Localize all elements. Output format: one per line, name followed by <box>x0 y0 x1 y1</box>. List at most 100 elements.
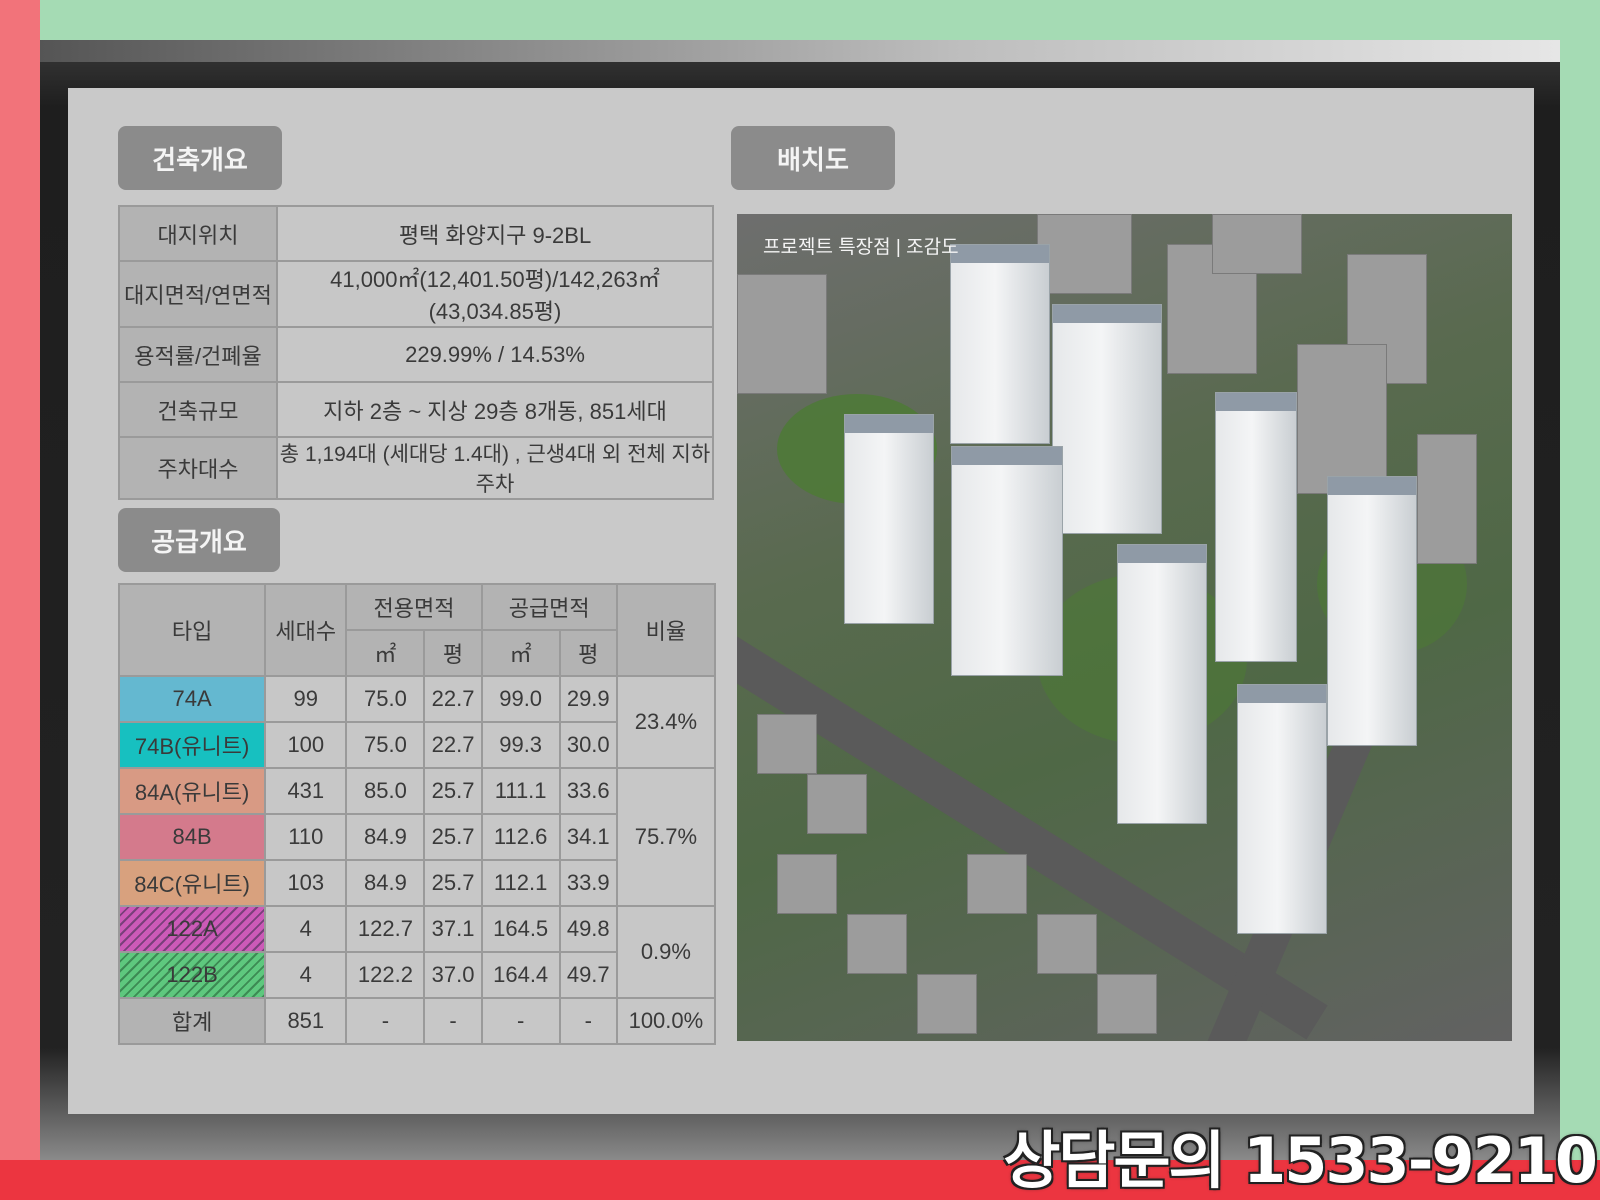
households-cell: 4 <box>264 951 348 999</box>
sup-sqm-cell: 111.1 <box>480 767 561 815</box>
header-sqm: ㎡ <box>480 629 561 677</box>
households-cell: 103 <box>264 859 348 907</box>
overview-value: 총 1,194대 (세대당 1.4대) , 근생4대 외 전체 지하주차 <box>276 436 714 500</box>
sup-sqm-cell: 99.3 <box>480 721 561 769</box>
frame-left <box>0 0 40 1200</box>
ratio-cell: 23.4% <box>615 675 717 769</box>
building-block <box>917 974 977 1034</box>
building-block <box>757 714 817 774</box>
type-cell: 122A <box>117 905 267 953</box>
header-type: 타입 <box>117 583 267 677</box>
ex-sqm-cell: 122.2 <box>345 951 426 999</box>
building-block <box>1037 914 1097 974</box>
ex-sqm-cell: 122.7 <box>345 905 426 953</box>
total-sup-py: - <box>558 997 618 1045</box>
apartment-tower <box>1215 392 1297 662</box>
ex-py-cell: 22.7 <box>423 721 483 769</box>
households-cell: 99 <box>264 675 348 723</box>
ex-py-cell: 22.7 <box>423 675 483 723</box>
table-row: 주차대수 총 1,194대 (세대당 1.4대) , 근생4대 외 전체 지하주… <box>118 436 714 500</box>
overview-value: 지하 2층 ~ 지상 29층 8개동, 851세대 <box>276 381 714 438</box>
ratio-cell: 75.7% <box>615 767 717 907</box>
sup-py-cell: 34.1 <box>558 813 618 861</box>
table-row: 용적률/건폐율 229.99% / 14.53% <box>118 326 714 383</box>
table-row: 122A 4 122.7 37.1 164.5 49.8 0.9% <box>117 905 717 999</box>
supply-tag: 공급개요 <box>118 508 280 572</box>
ex-sqm-cell: 75.0 <box>345 675 426 723</box>
overview-table: 대지위치 평택 화양지구 9-2BL 대지면적/연면적 41,000㎡(12,4… <box>118 205 714 500</box>
apartment-tower <box>951 446 1063 676</box>
siteplan-tag: 배치도 <box>731 126 895 190</box>
building-block <box>1097 974 1157 1034</box>
apartment-tower <box>1237 684 1327 934</box>
total-label: 합계 <box>117 997 267 1045</box>
header-households: 세대수 <box>264 583 348 677</box>
ex-sqm-cell: 84.9 <box>345 813 426 861</box>
building-block <box>1212 214 1302 274</box>
table-row: 84A(유니트) 431 85.0 25.7 111.1 33.6 75.7% <box>117 767 717 907</box>
table-row: 건축규모 지하 2층 ~ 지상 29층 8개동, 851세대 <box>118 381 714 438</box>
ex-py-cell: 37.0 <box>423 951 483 999</box>
type-cell: 74A <box>117 675 267 723</box>
ex-sqm-cell: 84.9 <box>345 859 426 907</box>
overview-tag: 건축개요 <box>118 126 282 190</box>
header-pyeong: 평 <box>423 629 483 677</box>
total-households: 851 <box>264 997 348 1045</box>
background-ceiling <box>40 40 1560 62</box>
building-block <box>1417 434 1477 564</box>
header-sqm: ㎡ <box>345 629 426 677</box>
building-block <box>1297 344 1387 494</box>
sup-py-cell: 30.0 <box>558 721 618 769</box>
ratio-cell: 0.9% <box>615 905 717 999</box>
sup-sqm-cell: 164.5 <box>480 905 561 953</box>
overview-value: 평택 화양지구 9-2BL <box>276 205 714 262</box>
apartment-tower <box>950 244 1050 444</box>
siteplan-image: 프로젝트 특장점 | 조감도 <box>737 214 1512 1041</box>
ex-sqm-cell: 85.0 <box>345 767 426 815</box>
building-block <box>777 854 837 914</box>
sup-sqm-cell: 112.1 <box>480 859 561 907</box>
total-ratio: 100.0% <box>615 997 717 1045</box>
overview-value: 229.99% / 14.53% <box>276 326 714 383</box>
households-cell: 431 <box>264 767 348 815</box>
header-supply-area: 공급면적 <box>480 583 618 631</box>
households-cell: 4 <box>264 905 348 953</box>
ex-py-cell: 25.7 <box>423 767 483 815</box>
apartment-tower <box>1327 476 1417 746</box>
overview-label: 대지위치 <box>118 205 278 262</box>
type-cell: 84B <box>117 813 267 861</box>
total-sup-sqm: - <box>480 997 561 1045</box>
ex-py-cell: 25.7 <box>423 859 483 907</box>
table-row: 대지위치 평택 화양지구 9-2BL <box>118 205 714 262</box>
overview-value: 41,000㎡(12,401.50평)/142,263㎡(43,034.85평) <box>276 260 714 328</box>
sup-py-cell: 49.7 <box>558 951 618 999</box>
apartment-tower <box>844 414 934 624</box>
sup-sqm-cell: 99.0 <box>480 675 561 723</box>
overview-label: 대지면적/연면적 <box>118 260 278 328</box>
building-block <box>737 274 827 394</box>
frame-top <box>0 0 1600 40</box>
table-row: 대지면적/연면적 41,000㎡(12,401.50평)/142,263㎡(43… <box>118 260 714 328</box>
sup-py-cell: 29.9 <box>558 675 618 723</box>
ex-sqm-cell: 75.0 <box>345 721 426 769</box>
apartment-tower <box>1052 304 1162 534</box>
sup-py-cell: 33.9 <box>558 859 618 907</box>
ex-py-cell: 37.1 <box>423 905 483 953</box>
total-ex-sqm: - <box>345 997 426 1045</box>
total-ex-py: - <box>423 997 483 1045</box>
overview-label: 용적률/건폐율 <box>118 326 278 383</box>
frame-right <box>1560 0 1600 1200</box>
table-row: 74A 99 75.0 22.7 99.0 29.9 23.4% <box>117 675 717 769</box>
overview-label: 주차대수 <box>118 436 278 500</box>
header-exclusive-area: 전용면적 <box>345 583 483 631</box>
header-pyeong: 평 <box>558 629 618 677</box>
overview-label: 건축규모 <box>118 381 278 438</box>
building-block <box>807 774 867 834</box>
type-cell: 84C(유니트) <box>117 859 267 907</box>
sup-sqm-cell: 164.4 <box>480 951 561 999</box>
households-cell: 110 <box>264 813 348 861</box>
type-cell: 84A(유니트) <box>117 767 267 815</box>
table-header-row: 타입 세대수 전용면적 공급면적 비율 <box>117 583 717 677</box>
apartment-tower <box>1117 544 1207 824</box>
contact-phone[interactable]: 상담문의 1533-9210 <box>1003 1110 1598 1200</box>
